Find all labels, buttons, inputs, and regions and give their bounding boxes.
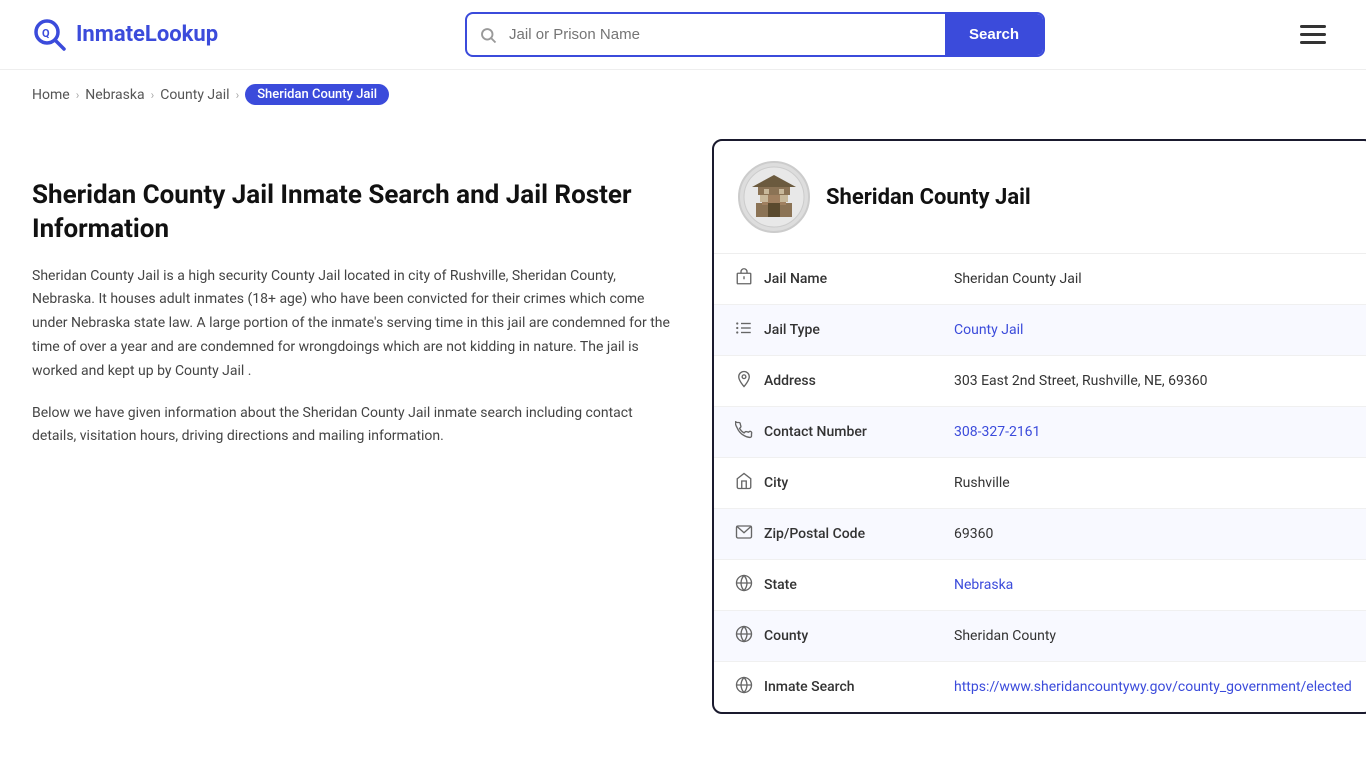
row-label: Jail Name (764, 271, 827, 287)
label-cell: Inmate Search (734, 676, 914, 698)
chevron-icon-3: › (236, 88, 240, 102)
logo-icon: Q (32, 17, 68, 53)
list-icon (734, 319, 754, 341)
row-label: Contact Number (764, 424, 867, 440)
logo-text: InmateLookup (76, 22, 218, 47)
row-label: City (764, 475, 788, 491)
label-cell: State (734, 574, 914, 596)
label-cell: Zip/Postal Code (734, 523, 914, 545)
value-text: Sheridan County (954, 628, 1056, 644)
logo-link[interactable]: Q InmateLookup (32, 17, 218, 53)
table-row: Address 303 East 2nd Street, Rushville, … (714, 356, 1366, 407)
table-row: Jail Type County Jail (714, 305, 1366, 356)
page-title: Sheridan County Jail Inmate Search and J… (32, 179, 672, 247)
search-globe-icon (734, 676, 754, 698)
building-icon (734, 268, 754, 290)
value-cell: Sheridan County (934, 611, 1366, 662)
right-column: Sheridan County Jail Jail Name Sheridan … (712, 139, 1366, 714)
label-cell: City (734, 472, 914, 494)
breadcrumb: Home › Nebraska › County Jail › Sheridan… (0, 70, 1366, 119)
main-content: Sheridan County Jail Inmate Search and J… (0, 119, 1366, 754)
value-cell: 69360 (934, 509, 1366, 560)
jail-card-name: Sheridan County Jail (826, 185, 1031, 210)
search-button[interactable]: Search (945, 14, 1043, 55)
label-cell: Jail Type (734, 319, 914, 341)
value-text: 303 East 2nd Street, Rushville, NE, 6936… (954, 373, 1208, 389)
jail-building-icon (742, 165, 806, 229)
pin-icon (734, 370, 754, 392)
left-column: Sheridan County Jail Inmate Search and J… (32, 139, 672, 714)
globe-icon (734, 574, 754, 596)
value-cell: https://www.sheridancountywy.gov/county_… (934, 662, 1366, 713)
search-icon (467, 26, 509, 44)
jail-card-header: Sheridan County Jail (714, 141, 1366, 254)
table-row: Zip/Postal Code 69360 (714, 509, 1366, 560)
info-table: Jail Name Sheridan County Jail Jail Type… (714, 254, 1366, 712)
menu-button[interactable] (1292, 17, 1334, 52)
jail-card: Sheridan County Jail Jail Name Sheridan … (712, 139, 1366, 714)
breadcrumb-county-jail[interactable]: County Jail (160, 87, 229, 103)
hamburger-line-1 (1300, 25, 1326, 28)
value-link[interactable]: County Jail (954, 322, 1023, 338)
table-row: Jail Name Sheridan County Jail (714, 254, 1366, 305)
value-link[interactable]: Nebraska (954, 577, 1013, 593)
breadcrumb-home[interactable]: Home (32, 87, 70, 103)
table-row: Inmate Search https://www.sheridancounty… (714, 662, 1366, 713)
search-bar: Search (465, 12, 1045, 57)
value-link[interactable]: https://www.sheridancountywy.gov/county_… (954, 679, 1352, 695)
county-icon (734, 625, 754, 647)
value-cell: Nebraska (934, 560, 1366, 611)
value-cell: Sheridan County Jail (934, 254, 1366, 305)
table-row: Contact Number 308-327-2161 (714, 407, 1366, 458)
value-cell: 303 East 2nd Street, Rushville, NE, 6936… (934, 356, 1366, 407)
table-row: City Rushville (714, 458, 1366, 509)
value-text: Rushville (954, 475, 1010, 491)
row-label: State (764, 577, 797, 593)
table-row: County Sheridan County (714, 611, 1366, 662)
value-text: 69360 (954, 526, 993, 542)
mail-icon (734, 523, 754, 545)
page-desc-1: Sheridan County Jail is a high security … (32, 265, 672, 384)
page-desc-2: Below we have given information about th… (32, 402, 672, 450)
phone-icon (734, 421, 754, 443)
row-label: Inmate Search (764, 679, 855, 695)
city-icon (734, 472, 754, 494)
row-label: Zip/Postal Code (764, 526, 865, 542)
row-label: Address (764, 373, 816, 389)
chevron-icon-1: › (76, 88, 80, 102)
chevron-icon-2: › (151, 88, 155, 102)
svg-text:Q: Q (42, 27, 50, 40)
value-cell: Rushville (934, 458, 1366, 509)
label-cell: Address (734, 370, 914, 392)
breadcrumb-nebraska[interactable]: Nebraska (85, 87, 144, 103)
value-text: Sheridan County Jail (954, 271, 1082, 287)
hamburger-line-2 (1300, 33, 1326, 36)
row-label: Jail Type (764, 322, 820, 338)
label-cell: Jail Name (734, 268, 914, 290)
value-link[interactable]: 308-327-2161 (954, 424, 1040, 440)
label-cell: County (734, 625, 914, 647)
value-cell: County Jail (934, 305, 1366, 356)
header: Q InmateLookup Search (0, 0, 1366, 70)
row-label: County (764, 628, 808, 644)
jail-avatar (738, 161, 810, 233)
label-cell: Contact Number (734, 421, 914, 443)
table-row: State Nebraska (714, 560, 1366, 611)
breadcrumb-active: Sheridan County Jail (245, 84, 389, 105)
search-input[interactable] (509, 16, 945, 53)
hamburger-line-3 (1300, 41, 1326, 44)
value-cell: 308-327-2161 (934, 407, 1366, 458)
